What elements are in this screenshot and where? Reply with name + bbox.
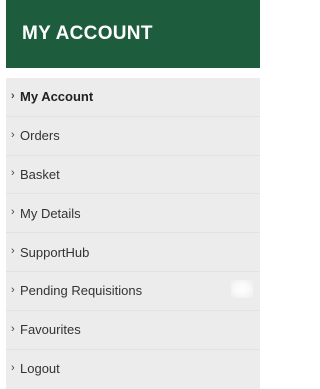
menu-item-label: My Account: [20, 89, 94, 105]
menu-item-label: Basket: [20, 166, 60, 182]
menu-item-supporthub[interactable]: › SupportHub: [6, 233, 260, 272]
chevron-right-icon: ›: [11, 361, 15, 374]
menu-item-basket[interactable]: › Basket: [6, 156, 260, 195]
account-nav-panel: MY ACCOUNT › My Account › Orders › Baske…: [6, 0, 260, 389]
chevron-right-icon: ›: [11, 206, 15, 219]
menu-item-label: Orders: [20, 128, 60, 144]
account-menu: › My Account › Orders › Basket › My Deta…: [6, 78, 260, 389]
menu-item-label: Pending Requisitions: [20, 283, 143, 299]
menu-item-pending-requisitions[interactable]: › Pending Requisitions: [6, 272, 260, 311]
menu-item-my-details[interactable]: › My Details: [6, 194, 260, 234]
chevron-right-icon: ›: [11, 322, 15, 335]
menu-item-orders[interactable]: › Orders: [6, 117, 260, 156]
account-header: MY ACCOUNT: [6, 0, 260, 68]
menu-item-favourites[interactable]: › Favourites: [6, 311, 260, 350]
chevron-right-icon: ›: [11, 128, 15, 141]
account-header-title: MY ACCOUNT: [22, 23, 153, 44]
chevron-right-icon: ›: [11, 167, 15, 180]
chevron-right-icon: ›: [11, 89, 15, 102]
menu-item-label: Favourites: [20, 322, 81, 338]
chevron-right-icon: ›: [11, 245, 15, 258]
menu-item-logout[interactable]: › Logout: [6, 350, 260, 389]
menu-item-label: My Details: [20, 205, 81, 221]
menu-item-label: Logout: [20, 361, 60, 377]
menu-item-label: SupportHub: [20, 244, 90, 260]
menu-item-my-account[interactable]: › My Account: [6, 78, 260, 117]
chevron-right-icon: ›: [11, 283, 15, 296]
